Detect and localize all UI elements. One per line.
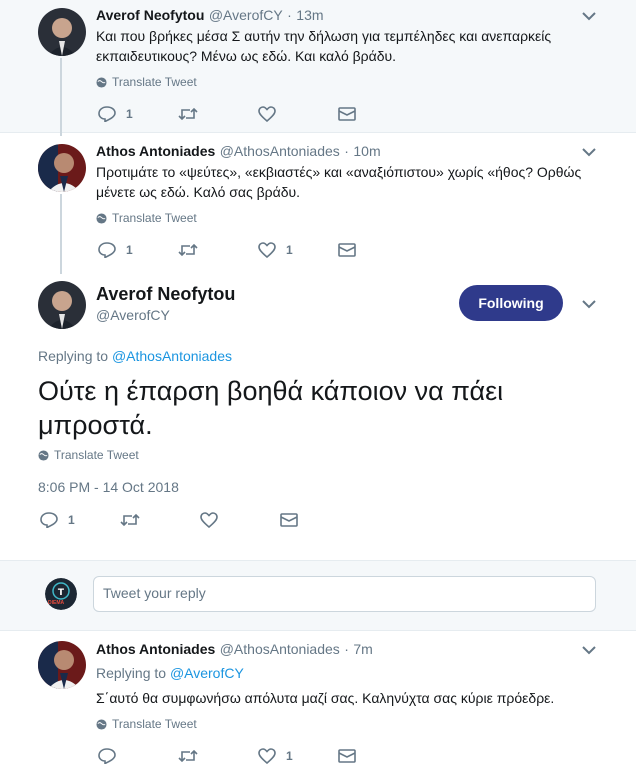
tweet-text: Προτιμάτε το «ψεύτες», «εκβιαστές» και «… [96, 164, 582, 200]
tweet-header: Athos Antoniades @AthosAntoniades · 10m [96, 143, 381, 161]
translate-tweet[interactable]: Translate Tweet [96, 75, 197, 89]
reply-count: 1 [68, 513, 75, 527]
translate-tweet[interactable]: Translate Tweet [38, 448, 139, 462]
retweet-button[interactable] [178, 243, 258, 257]
like-button[interactable] [258, 106, 338, 122]
tweet-actions: 1 1 [98, 242, 418, 258]
tweet-time[interactable]: 7m [353, 641, 372, 657]
retweet-button[interactable] [178, 749, 258, 763]
globe-icon [96, 212, 107, 224]
envelope-icon [338, 243, 356, 257]
reply-button[interactable] [98, 748, 178, 764]
thread-line [60, 58, 62, 136]
dm-button[interactable] [338, 749, 418, 763]
reply-icon [98, 242, 116, 258]
separator: · [287, 7, 292, 23]
avatar-label: DIEMA [48, 600, 65, 606]
tweet-actions: 1 [98, 748, 418, 764]
envelope-icon [338, 107, 356, 121]
author-handle[interactable]: @AverofCY [209, 7, 283, 23]
heart-icon [200, 512, 218, 528]
chevron-down-icon[interactable] [582, 148, 596, 157]
reply-icon [98, 748, 116, 764]
reply-icon [98, 106, 116, 122]
divider [0, 132, 636, 133]
translate-label: Translate Tweet [112, 211, 197, 225]
dm-button[interactable] [338, 243, 418, 257]
reply-button[interactable]: 1 [98, 242, 178, 258]
separator: · [344, 641, 349, 657]
separator: · [344, 143, 349, 159]
avatar[interactable] [38, 281, 86, 329]
following-button[interactable]: Following [459, 285, 563, 321]
like-count: 1 [286, 749, 293, 763]
like-button[interactable]: 1 [258, 748, 338, 764]
tweet-actions: 1 [98, 106, 418, 122]
author-name[interactable]: Averof Neofytou [96, 284, 235, 305]
dm-button[interactable] [280, 513, 360, 527]
reply-icon [40, 512, 58, 528]
retweet-button[interactable] [178, 107, 258, 121]
replying-to: Replying to @AverofCY [96, 665, 244, 681]
author-handle[interactable]: @AthosAntoniades [220, 143, 340, 159]
tweet-header: Athos Antoniades @AthosAntoniades · 7m [96, 641, 373, 659]
envelope-icon [338, 749, 356, 763]
retweet-button[interactable] [120, 513, 200, 527]
like-button[interactable]: 1 [258, 242, 338, 258]
dm-button[interactable] [338, 107, 418, 121]
thread-line [60, 194, 62, 274]
globe-icon [38, 449, 49, 461]
chevron-down-icon[interactable] [582, 300, 596, 309]
user-avatar[interactable]: T DIEMA [45, 578, 77, 610]
author-name[interactable]: Athos Antoniades [96, 143, 215, 159]
translate-tweet[interactable]: Translate Tweet [96, 211, 197, 225]
like-button[interactable] [200, 512, 280, 528]
heart-icon [258, 748, 276, 764]
replying-to: Replying to @AthosAntoniades [38, 348, 232, 364]
envelope-icon [280, 513, 298, 527]
chevron-down-icon[interactable] [582, 12, 596, 21]
translate-label: Translate Tweet [54, 448, 139, 462]
main-tweet-text: Ούτε η έπαρση βοηθά κάποιον να πάει μπρο… [38, 376, 504, 440]
retweet-icon [120, 513, 140, 527]
translate-tweet[interactable]: Translate Tweet [96, 717, 197, 731]
avatar[interactable] [38, 641, 86, 689]
heart-icon [258, 242, 276, 258]
globe-icon [96, 76, 107, 88]
reply-count: 1 [126, 107, 133, 121]
tweet-actions: 1 [40, 512, 360, 528]
replying-to-link[interactable]: @AthosAntoniades [112, 348, 232, 364]
replying-prefix: Replying to [38, 348, 109, 364]
replying-to-link[interactable]: @AverofCY [170, 665, 244, 681]
globe-icon [96, 718, 107, 730]
svg-text:T: T [58, 588, 65, 598]
tweet-text: Και που βρήκες μέσα Σ αυτήν την δήλωση γ… [96, 28, 552, 64]
retweet-icon [178, 243, 198, 257]
reply-input[interactable]: Tweet your reply [93, 576, 596, 612]
avatar[interactable] [38, 144, 86, 192]
heart-icon [258, 106, 276, 122]
replying-prefix: Replying to [96, 665, 167, 681]
tweet-header: Averof Neofytou @AverofCY · 13m [96, 7, 324, 25]
tweet-text: Σ΄αυτό θα συμφωνήσω απόλυτα μαζί σας. Κα… [96, 690, 555, 706]
author-name[interactable]: Averof Neofytou [96, 7, 204, 23]
chevron-down-icon[interactable] [582, 646, 596, 655]
retweet-icon [178, 107, 198, 121]
divider [0, 630, 636, 631]
author-handle[interactable]: @AverofCY [96, 307, 170, 323]
tweet-time[interactable]: 10m [353, 143, 380, 159]
avatar[interactable] [38, 8, 86, 56]
reply-count: 1 [126, 243, 133, 257]
retweet-icon [178, 749, 198, 763]
translate-label: Translate Tweet [112, 717, 197, 731]
like-count: 1 [286, 243, 293, 257]
reply-button[interactable]: 1 [98, 106, 178, 122]
translate-label: Translate Tweet [112, 75, 197, 89]
reply-button[interactable]: 1 [40, 512, 120, 528]
tweet-time[interactable]: 13m [296, 7, 323, 23]
author-handle[interactable]: @AthosAntoniades [220, 641, 340, 657]
author-name[interactable]: Athos Antoniades [96, 641, 215, 657]
timestamp[interactable]: 8:06 PM - 14 Oct 2018 [38, 479, 179, 495]
divider [0, 560, 636, 561]
